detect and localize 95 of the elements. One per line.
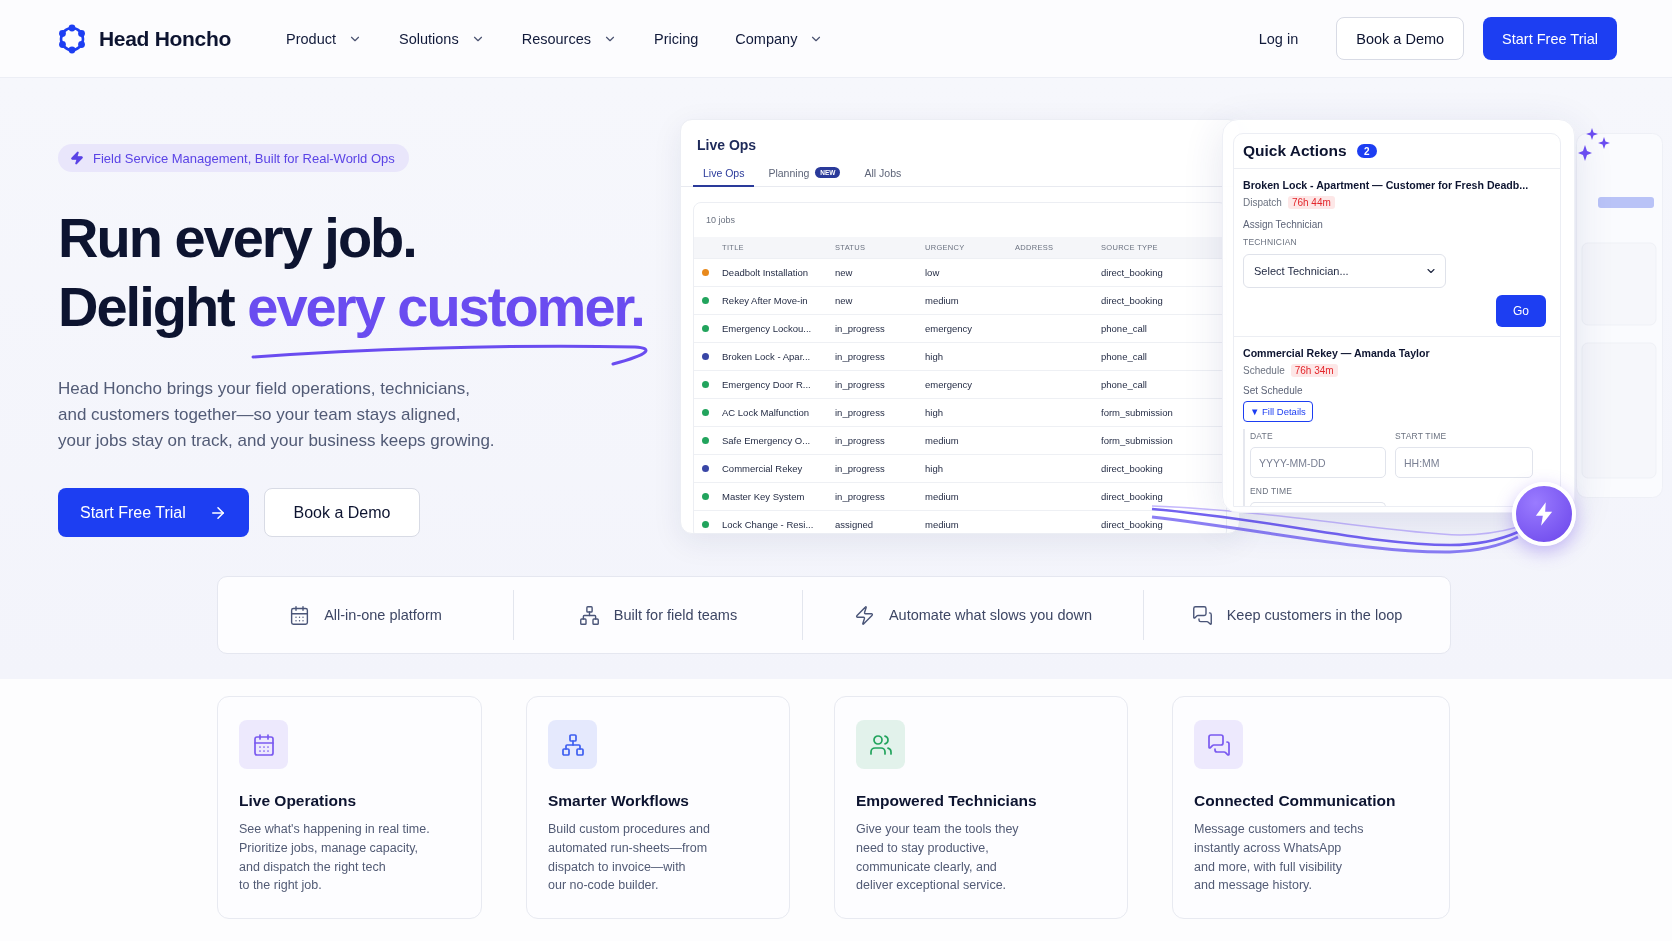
card-title: Live Operations [239, 791, 358, 811]
panel-title: Quick Actions [1243, 142, 1347, 160]
table-cell-text: Safe Emergency O... [722, 435, 812, 446]
table-cell-text: Master Key System [722, 491, 806, 502]
job-count: 10 jobs [705, 214, 737, 227]
table-cell-text: new [835, 267, 854, 278]
card-description: See what's happening in real time. Prioritize jobs, manage capacity, and dispatch the right tech to the right job. [239, 821, 431, 895]
action-label: Set Schedule [1243, 384, 1304, 398]
action-type: Dispatch [1243, 197, 1282, 208]
field-label: TECHNICIAN [1243, 236, 1298, 249]
card-description: Message customers and techs instantly across WhatsApp and more, with full visibility and message history. [1194, 821, 1365, 895]
action-type: Schedule [1243, 365, 1285, 376]
nav-item[interactable]: Company [735, 30, 824, 47]
table-cell-text: low [925, 267, 941, 278]
table-cell-text: in_progress [835, 491, 886, 502]
logo-icon [57, 23, 87, 54]
table-cell-text: new [835, 295, 854, 306]
field-label: DATE [1250, 430, 1274, 443]
tab[interactable]: Live Ops [693, 160, 755, 187]
tagline-text: Field Service Management, Built for Real-World Ops [93, 150, 395, 166]
table-cell-text: medium [925, 491, 960, 502]
table-cell-text: assigned [835, 519, 875, 530]
login-link[interactable]: Log in [1258, 30, 1299, 47]
timer-tag: 76h 44m [1287, 196, 1335, 209]
table-cell-text: in_progress [835, 463, 886, 474]
table-cell-text: Commercial Rekey [722, 463, 804, 474]
feature-label: Built for field teams [613, 607, 738, 623]
table-cell-text: medium [925, 435, 960, 446]
card-description: Give your team the tools they need to stay productive, communicate clearly, and deliver exceptional service. [856, 821, 1020, 895]
table-cell-text: direct_booking [1101, 295, 1164, 306]
table-cell-text: in_progress [835, 435, 886, 446]
table-cell-text: in_progress [835, 407, 886, 418]
lightning-icon [853, 604, 875, 626]
table-cell-text: medium [925, 519, 960, 530]
technician-select[interactable]: Select Technician... [1243, 254, 1446, 288]
field-label: START TIME [1395, 430, 1448, 443]
table-cell-text: high [925, 463, 944, 474]
feature-label: Automate what slows you down [888, 607, 1093, 623]
demo-button[interactable]: Book a Demo [264, 488, 420, 537]
table-cell-text: medium [925, 295, 960, 306]
table-cell-text: Deadbolt Installation [722, 267, 810, 278]
feature-label: Keep customers in the loop [1226, 607, 1403, 623]
table-cell-text: Emergency Lockou... [722, 323, 813, 334]
go-button[interactable]: Go [1496, 295, 1546, 327]
panel-title: Live Ops [696, 136, 758, 154]
table-cell-text: phone_call [1101, 323, 1148, 334]
field-label: END TIME [1250, 485, 1294, 498]
input-field[interactable]: YYYY-MM-DD [1250, 447, 1386, 478]
table-cell-text: phone_call [1101, 379, 1148, 390]
table-cell-text: high [925, 407, 944, 418]
card-title: Smarter Workflows [548, 791, 690, 811]
card-title: Empowered Technicians [856, 791, 1038, 811]
table-cell-text: Rekey After Move-in [722, 295, 809, 306]
table-cell-text: emergency [925, 379, 973, 390]
input-field[interactable]: HH:MM [1395, 447, 1533, 478]
start-trial-button[interactable]: Start Free Trial [58, 488, 249, 537]
start-trial-button[interactable]: Start Free Trial [1483, 17, 1617, 60]
table-cell-text: direct_booking [1101, 267, 1164, 278]
table-cell-text: form_submission [1101, 435, 1174, 446]
sitemap-icon [578, 604, 600, 626]
fill-details-button[interactable]: ▼ Fill Details [1243, 401, 1313, 422]
table-cell-text: form_submission [1101, 407, 1174, 418]
calendar-icon [289, 604, 311, 626]
lightning-icon [70, 151, 84, 165]
hero-description: Head Honcho brings your field operations, technicians, and customers together—so your team stays aligned, your jobs stay on track, and your business keeps growing. [58, 378, 496, 452]
table-cell-text: direct_booking [1101, 519, 1164, 530]
logo-link[interactable]: Head Honcho [57, 23, 232, 54]
nav-item[interactable]: Resources [521, 30, 617, 47]
table-cell-text: high [925, 351, 944, 362]
count-badge: 2 [1356, 144, 1377, 158]
timer-tag: 76h 34m [1290, 364, 1338, 377]
table-cell-text: AC Lock Malfunction [722, 407, 811, 418]
card-title: Connected Communication [1194, 791, 1397, 811]
card-description: Build custom procedures and automated run-sheets—from dispatch to invoice—with our no-code builder. [548, 821, 711, 895]
table-cell-text: Broken Lock - Apar... [722, 351, 812, 362]
table-cell-text: Emergency Door R... [722, 379, 812, 390]
table-cell-text: direct_booking [1101, 463, 1164, 474]
table-cell-text: Lock Change - Resi... [722, 519, 815, 530]
job-title: Broken Lock - Apartment — Customer for Fresh Deadb... [1243, 178, 1530, 193]
table-cell-text: emergency [925, 323, 973, 334]
headline: Run every job. Delight every customer. [58, 205, 645, 340]
chat-bubbles-icon [1191, 604, 1213, 626]
job-title: Commercial Rekey — Amanda Taylor [1243, 346, 1431, 361]
action-label: Assign Technician [1243, 218, 1324, 232]
nav-item[interactable]: Solutions [399, 30, 485, 47]
nav-item[interactable]: Pricing [654, 30, 699, 47]
table-cell-text: phone_call [1101, 351, 1148, 362]
table-cell-text: in_progress [835, 323, 886, 334]
feature-label: All-in-one platform [324, 607, 442, 623]
table-cell-text: in_progress [835, 351, 886, 362]
demo-button[interactable]: Book a Demo [1336, 17, 1465, 60]
table-cell-text: direct_booking [1101, 491, 1164, 502]
table-cell-text: in_progress [835, 379, 886, 390]
tab[interactable]: All Jobs [854, 160, 912, 187]
nav-item[interactable]: Product [286, 30, 363, 47]
